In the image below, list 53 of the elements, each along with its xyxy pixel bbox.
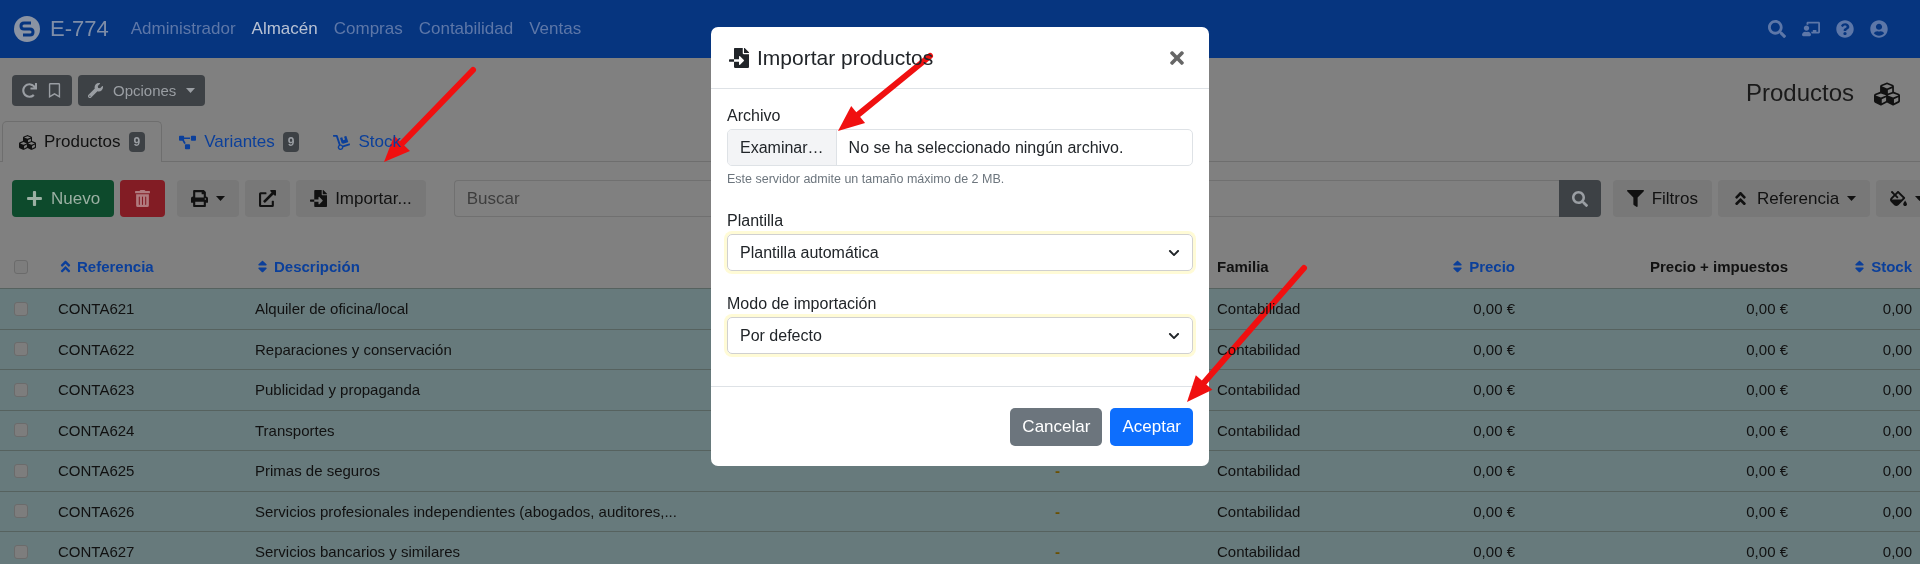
table-cell-text: 0,00 (1881, 381, 1913, 399)
table-cell-text: Primas de seguros (254, 462, 382, 480)
table-cell-text: 0,00 € (1745, 381, 1789, 399)
table-cell-text: 0,00 € (1745, 543, 1789, 561)
table-cell-text: Alquiler de oficina/local (254, 300, 410, 318)
help-text: Este servidor admite un tamaño máximo de 2 MB. (727, 172, 1006, 186)
table-cell-text: 0,00 (1881, 543, 1913, 561)
field-label: Archivo (727, 107, 782, 125)
table-cell-text: Transportes (254, 421, 336, 439)
table-cell-text: 0,00 € (1472, 543, 1516, 561)
table-cell-text: 0,00 € (1745, 300, 1789, 318)
field-label: Plantilla (727, 212, 785, 230)
field-label: Modo de importación (727, 295, 878, 313)
table-cell-text: 0,00 € (1745, 462, 1789, 480)
table-cell-text: CONTA623 (57, 381, 136, 399)
table-cell-text: Contabilidad (1216, 421, 1302, 439)
page-title: Productos (1745, 79, 1854, 107)
table-cell-text: Publicidad y propaganda (254, 381, 422, 399)
table-cell-text: 0,00 € (1745, 502, 1789, 520)
table-cell-text: 0,00 (1881, 300, 1913, 318)
table-cell-text: Contabilidad (1216, 381, 1302, 399)
table-cell-text: 0,00 € (1472, 462, 1516, 480)
count-badge: 9 (128, 132, 146, 152)
table-cell-text: CONTA626 (57, 502, 136, 520)
table-cell-text: CONTA627 (57, 543, 136, 561)
table-cell-text: - (1054, 502, 1061, 520)
table-cell-text: Reparaciones y conservación (254, 340, 453, 358)
table-cell-text: 0,00 (1881, 502, 1913, 520)
table-cell-text: CONTA621 (57, 300, 136, 318)
table-cell-text: CONTA625 (57, 462, 136, 480)
table-cell-text: CONTA624 (57, 421, 136, 439)
table-cell-text: CONTA622 (57, 340, 136, 358)
table-cell-text: 0,00 € (1472, 421, 1516, 439)
table-cell-text: Contabilidad (1216, 502, 1302, 520)
table-cell-text: Servicios profesionales independientes (abogados, auditores,... (254, 502, 678, 520)
column-header: Precio + impuestos (1649, 258, 1789, 275)
table-cell-text: 0,00 € (1745, 340, 1789, 358)
table-cell-text: 0,00 € (1472, 300, 1516, 318)
table-cell-text: - (1054, 462, 1061, 480)
count-badge: 9 (282, 132, 300, 152)
table-cell-text: Servicios bancarios y similares (254, 543, 462, 561)
file-name: No se ha seleccionado ningún archivo. (847, 137, 1125, 158)
table-cell-text: 0,00 € (1472, 381, 1516, 399)
table-cell-text: 0,00 (1881, 340, 1913, 358)
table-cell-text: 0,00 € (1472, 340, 1516, 358)
table-cell-text: 0,00 (1881, 462, 1913, 480)
table-cell-text: 0,00 € (1472, 502, 1516, 520)
table-cell-text: Contabilidad (1216, 462, 1302, 480)
column-header: Familia (1216, 258, 1270, 275)
table-cell-text: - (1054, 543, 1061, 561)
table-cell-text: Contabilidad (1216, 543, 1302, 561)
table-cell-text: 0,00 (1881, 421, 1913, 439)
table-cell-text: 0,00 € (1745, 421, 1789, 439)
